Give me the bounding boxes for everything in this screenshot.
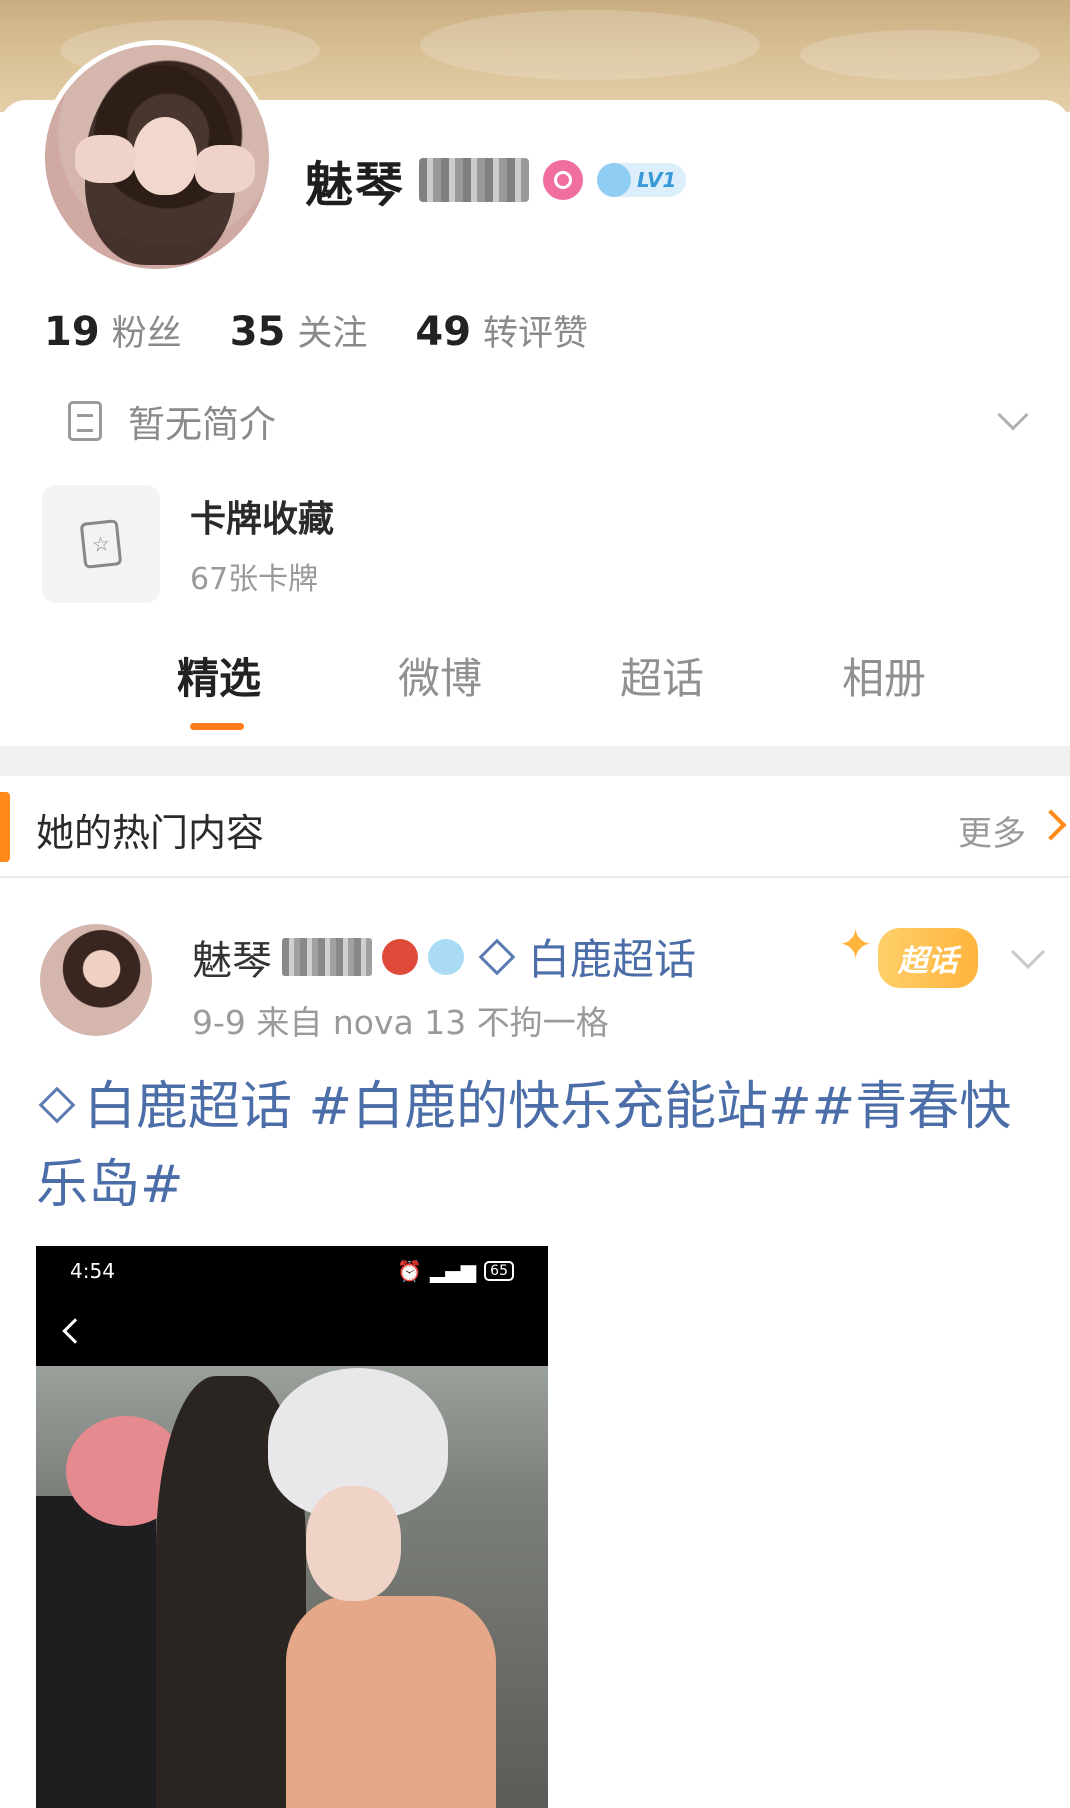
star-icon: ✦ — [838, 920, 874, 969]
stat-fans[interactable]: 19 粉丝 — [44, 305, 182, 356]
supertopic-badge-label: 超话 — [878, 928, 978, 988]
chevron-down-icon[interactable] — [997, 399, 1029, 431]
supertopic-diamond-icon — [478, 938, 516, 975]
chevron-down-icon[interactable] — [1011, 935, 1045, 969]
chevron-right-icon[interactable] — [1035, 809, 1067, 841]
alarm-icon: ⏰ — [397, 1259, 423, 1283]
post-date-source: 9-9 来自 nova 13 不拘一格 — [192, 1003, 609, 1042]
card-collection[interactable]: ☆ 卡牌收藏 67张卡牌 — [42, 485, 334, 603]
level-label: LV1 — [637, 168, 677, 192]
profile-stats: 19 粉丝 35 关注 49 转评赞 — [44, 305, 588, 356]
card-icon: ☆ — [79, 519, 123, 569]
document-icon — [68, 401, 102, 441]
level-mascot-icon — [597, 163, 632, 197]
blurred-name — [282, 937, 372, 976]
blurred-name — [419, 158, 530, 202]
active-tab-indicator — [190, 723, 244, 730]
photo-content — [36, 1366, 548, 1808]
post-text: 白鹿超话 #白鹿的快乐充能站##青春快乐岛# — [36, 1068, 1046, 1224]
more-link[interactable]: 更多 — [958, 806, 1026, 855]
profile-avatar[interactable] — [40, 40, 274, 274]
level-badge[interactable]: LV1 — [597, 163, 687, 197]
card-collection-thumb: ☆ — [42, 485, 160, 603]
level-mascot-icon — [428, 938, 464, 975]
gender-icon — [543, 160, 584, 200]
image-time: 4:54 — [70, 1259, 115, 1283]
battery-icon: 65 — [484, 1261, 514, 1281]
card-collection-title: 卡牌收藏 — [190, 499, 335, 540]
profile-name-row: 魅琴 LV1 — [305, 150, 687, 213]
profile-tabs: 精选 微博 超话 相册 — [0, 645, 1070, 730]
tab-supertopic[interactable]: 超话 — [620, 645, 704, 706]
post-author-name[interactable]: 魅琴 — [192, 928, 272, 986]
bio-text: 暂无简介 — [128, 403, 276, 446]
image-status-bar: 4:54 ⏰ ▂▄▆ 65 — [36, 1246, 548, 1296]
tab-album[interactable]: 相册 — [842, 645, 926, 706]
fan-badge-icon — [382, 938, 418, 975]
section-divider — [0, 746, 1070, 776]
hot-content-header: 她的热门内容 更多 — [0, 776, 1070, 878]
post-image[interactable]: 4:54 ⏰ ▂▄▆ 65 — [36, 1246, 548, 1808]
supertopic-diamond-icon — [38, 1086, 76, 1124]
post-topic-tag[interactable]: 白鹿超话 — [84, 1077, 292, 1137]
post-author-avatar[interactable] — [40, 924, 152, 1036]
tab-weibo[interactable]: 微博 — [398, 645, 482, 706]
stat-following[interactable]: 35 关注 — [230, 305, 368, 356]
back-arrow-icon — [62, 1318, 88, 1344]
section-accent-bar — [0, 792, 10, 862]
supertopic-badge[interactable]: ✦ 超话 — [838, 920, 978, 992]
tab-featured[interactable]: 精选 — [177, 645, 261, 706]
card-collection-count: 67张卡牌 — [190, 562, 319, 597]
post-header: 魅琴 白鹿超话 9-9 来自 nova 13 不拘一格 ✦ 超话 — [0, 900, 1070, 1050]
signal-icon: ▂▄▆ — [430, 1259, 477, 1283]
profile-bio[interactable]: 暂无简介 — [68, 393, 1048, 449]
profile-name: 魅琴 — [305, 157, 406, 213]
post-topic-link[interactable]: 白鹿超话 — [528, 926, 696, 987]
hot-content-title: 她的热门内容 — [36, 811, 265, 855]
stat-interactions[interactable]: 49 转评赞 — [415, 305, 588, 356]
